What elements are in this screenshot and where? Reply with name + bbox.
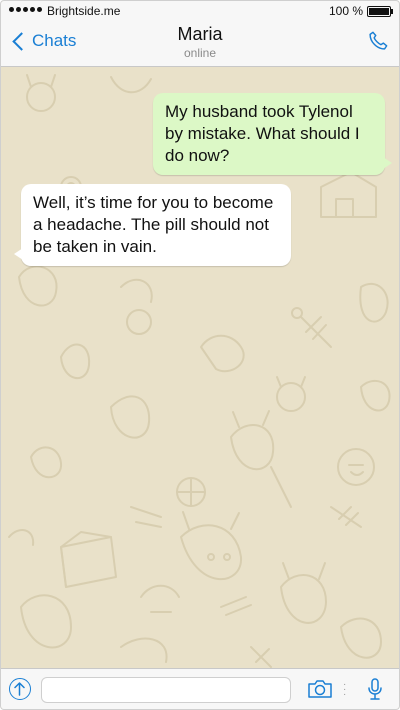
upload-icon[interactable] [9, 678, 31, 700]
battery-fill [369, 8, 389, 15]
message-bubble-incoming[interactable]: Well, it’s time for you to become a head… [14, 184, 291, 266]
microphone-icon[interactable] [367, 677, 383, 701]
carrier-name: Brightside.me [47, 4, 121, 18]
message-bubble-outgoing[interactable]: My husband took Tylenol by mistake. What… [153, 93, 392, 175]
battery-percent: 100 % [328, 4, 363, 18]
message-input[interactable] [41, 677, 291, 703]
contact-name: Maria [177, 24, 223, 44]
divider-dots: · · · [343, 679, 347, 700]
battery-icon [367, 6, 393, 17]
chat-header: Chats Maria online [1, 21, 399, 67]
camera-icon[interactable] [307, 679, 333, 699]
contact-presence: online [183, 46, 217, 60]
phone-screen: Brightside.me 100 % Chats Maria online M… [0, 0, 400, 710]
phone-icon[interactable] [367, 30, 389, 52]
status-bar: Brightside.me 100 % [1, 1, 399, 21]
chat-area[interactable]: My husband took Tylenol by mistake. What… [1, 67, 399, 668]
composer-bar: · · · [1, 668, 399, 709]
signal-strength-icon [9, 7, 42, 12]
arrow-up-icon [14, 682, 25, 696]
